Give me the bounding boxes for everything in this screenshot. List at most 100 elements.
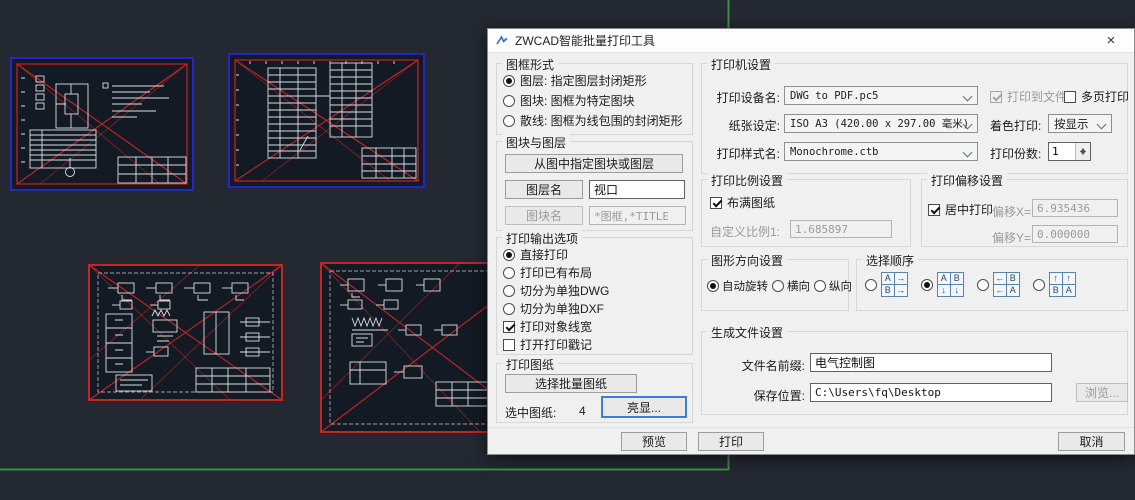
- radio-portrait[interactable]: 纵向: [814, 278, 852, 294]
- offset-y-input: [1032, 225, 1118, 243]
- cad-workspace: ZWCAD智能批量打印工具 × 图框形式 图层: 指定图层封闭矩形 图块: 图框…: [0, 0, 1135, 500]
- printer-settings-group: 打印机设置 打印设备名: DWG to PDF.pc5 打印到文件 多页打印 纸…: [701, 56, 1129, 174]
- dialog-titlebar[interactable]: ZWCAD智能批量打印工具 ×: [488, 29, 1134, 53]
- paper-combo[interactable]: ISO A3 (420.00 x 297.00 毫米): [784, 114, 978, 133]
- order-btt-icon: ↑ ↑ BA: [1049, 272, 1076, 297]
- style-label: 打印样式名:: [716, 147, 780, 161]
- device-combo[interactable]: DWG to PDF.pc5: [784, 86, 978, 105]
- custom-scale-label: 自定义比例1:: [710, 225, 781, 239]
- radio-icon: [503, 266, 515, 279]
- radio-icon: [503, 94, 515, 107]
- radio-icon: [921, 278, 933, 291]
- radio-auto-rotate[interactable]: 自动旋转: [707, 278, 768, 294]
- select-batch-sheets-button[interactable]: 选择批量图纸: [505, 374, 637, 393]
- radio-split-dxf[interactable]: 切分为单独DXF: [503, 300, 604, 317]
- radio-icon: [503, 74, 515, 87]
- radio-icon: [977, 278, 989, 291]
- filename-prefix-input[interactable]: [810, 353, 1052, 372]
- order-option-right-to-left[interactable]: ← B ← A: [977, 272, 1020, 297]
- radio-icon: [707, 280, 719, 292]
- offset-x-label: 偏移X=: [992, 205, 1032, 219]
- output-options-title: 打印输出选项: [502, 230, 583, 247]
- checkbox-icon: [503, 320, 515, 333]
- radio-direct-print[interactable]: 直接打印: [503, 246, 568, 263]
- check-object-lineweight[interactable]: 打印对象线宽: [503, 318, 592, 335]
- copies-input[interactable]: [1049, 143, 1075, 160]
- checkbox-icon: [990, 90, 1002, 103]
- drawing-sheet-1[interactable]: [10, 57, 194, 191]
- spin-down-icon[interactable]: [1076, 151, 1090, 160]
- radio-icon: [1033, 278, 1045, 291]
- radio-frame-block[interactable]: 图块: 图框为特定图块: [503, 92, 635, 109]
- block-name-input: [589, 206, 686, 225]
- layer-name-button[interactable]: 图层名: [505, 180, 583, 199]
- radio-frame-scatter[interactable]: 散线: 图框为线包围的封闭矩形: [503, 112, 683, 129]
- radio-icon: [503, 284, 515, 297]
- orientation-title: 图形方向设置: [707, 252, 788, 269]
- radio-icon: [503, 302, 515, 315]
- browse-button[interactable]: 浏览...: [1076, 383, 1128, 402]
- radio-icon: [865, 278, 877, 291]
- preview-button[interactable]: 预览: [621, 432, 687, 451]
- check-multipage-print[interactable]: 多页打印: [1064, 88, 1129, 105]
- radio-landscape[interactable]: 横向: [772, 278, 810, 294]
- drawing-sheet-3[interactable]: [88, 264, 283, 401]
- check-print-to-file: 打印到文件: [990, 88, 1067, 105]
- checkbox-icon: [710, 196, 722, 209]
- radio-icon: [814, 280, 826, 292]
- radio-frame-layer[interactable]: 图层: 指定图层封闭矩形: [503, 72, 647, 89]
- print-button[interactable]: 打印: [698, 432, 764, 451]
- checkbox-icon: [1064, 90, 1076, 103]
- orientation-group: 图形方向设置 自动旋转 横向 纵向: [701, 252, 852, 311]
- radio-icon: [772, 280, 784, 292]
- check-center-print[interactable]: 居中打印: [928, 201, 993, 218]
- footer-divider: [488, 427, 1134, 428]
- order-option-top-to-bottom[interactable]: AB ↓ ↓: [921, 272, 964, 297]
- pick-from-drawing-button[interactable]: 从图中指定图块或图层: [505, 154, 683, 173]
- copies-label: 打印份数:: [990, 147, 1042, 161]
- copies-spinner[interactable]: [1048, 142, 1091, 161]
- print-sheets-title: 打印图纸: [502, 356, 559, 373]
- order-ttb-icon: AB ↓ ↓: [937, 272, 964, 297]
- close-icon[interactable]: ×: [1095, 29, 1127, 53]
- order-option-left-to-right[interactable]: A → B →: [865, 272, 908, 297]
- file-settings-title: 生成文件设置: [707, 324, 788, 341]
- selection-order-title: 选择顺序: [862, 252, 919, 269]
- block-layer-group: 图块与图层 从图中指定图块或图层 图层名 图块名: [496, 134, 693, 231]
- batch-print-dialog: ZWCAD智能批量打印工具 × 图框形式 图层: 指定图层封闭矩形 图块: 图框…: [487, 28, 1135, 455]
- save-path-input[interactable]: [810, 383, 1052, 402]
- paper-label: 纸张设定:: [728, 119, 780, 133]
- radio-print-layout[interactable]: 打印已有布局: [503, 264, 592, 281]
- radio-icon: [503, 248, 515, 261]
- output-options-group: 打印输出选项 直接打印 打印已有布局 切分为单独DWG 切分为单独DXF 打印对…: [496, 230, 693, 355]
- device-label: 打印设备名:: [716, 91, 780, 105]
- radio-split-dwg[interactable]: 切分为单独DWG: [503, 282, 609, 299]
- file-settings-group: 生成文件设置 文件名前缀: 保存位置: 浏览...: [701, 324, 1128, 415]
- cancel-button[interactable]: 取消: [1058, 432, 1125, 451]
- block-name-button[interactable]: 图块名: [505, 206, 583, 225]
- frame-form-title: 图框形式: [502, 56, 559, 73]
- offset-settings-group: 打印偏移设置 居中打印 偏移X= 偏移Y=: [921, 172, 1128, 247]
- custom-scale-input: [790, 220, 892, 238]
- offset-settings-title: 打印偏移设置: [927, 172, 1008, 189]
- order-option-bottom-to-top[interactable]: ↑ ↑ BA: [1033, 272, 1076, 297]
- printer-settings-title: 打印机设置: [707, 56, 776, 73]
- order-ltr-icon: A → B →: [881, 272, 908, 297]
- checkbox-icon: [503, 338, 515, 351]
- radio-icon: [503, 114, 515, 127]
- check-plot-stamp[interactable]: 打开打印戳记: [503, 336, 592, 353]
- style-combo[interactable]: Monochrome.ctb: [784, 142, 978, 161]
- block-layer-title: 图块与图层: [502, 134, 571, 151]
- check-fit-to-paper[interactable]: 布满图纸: [710, 194, 775, 211]
- layer-name-input[interactable]: [589, 180, 685, 199]
- highlight-button[interactable]: 亮显...: [601, 396, 687, 418]
- shade-combo[interactable]: 按显示: [1048, 114, 1112, 133]
- selection-order-group: 选择顺序 A → B → AB ↓ ↓ ← B ← A ↑ ↑ B A: [856, 252, 1128, 311]
- offset-y-label: 偏移Y=: [992, 231, 1032, 245]
- drawing-sheet-2[interactable]: [228, 53, 425, 188]
- checkbox-icon: [928, 203, 940, 216]
- shade-label: 着色打印:: [990, 119, 1042, 133]
- save-path-label: 保存位置:: [753, 389, 805, 403]
- selected-sheets-count: 4: [579, 404, 586, 418]
- selected-sheets-label: 选中图纸:: [505, 406, 557, 420]
